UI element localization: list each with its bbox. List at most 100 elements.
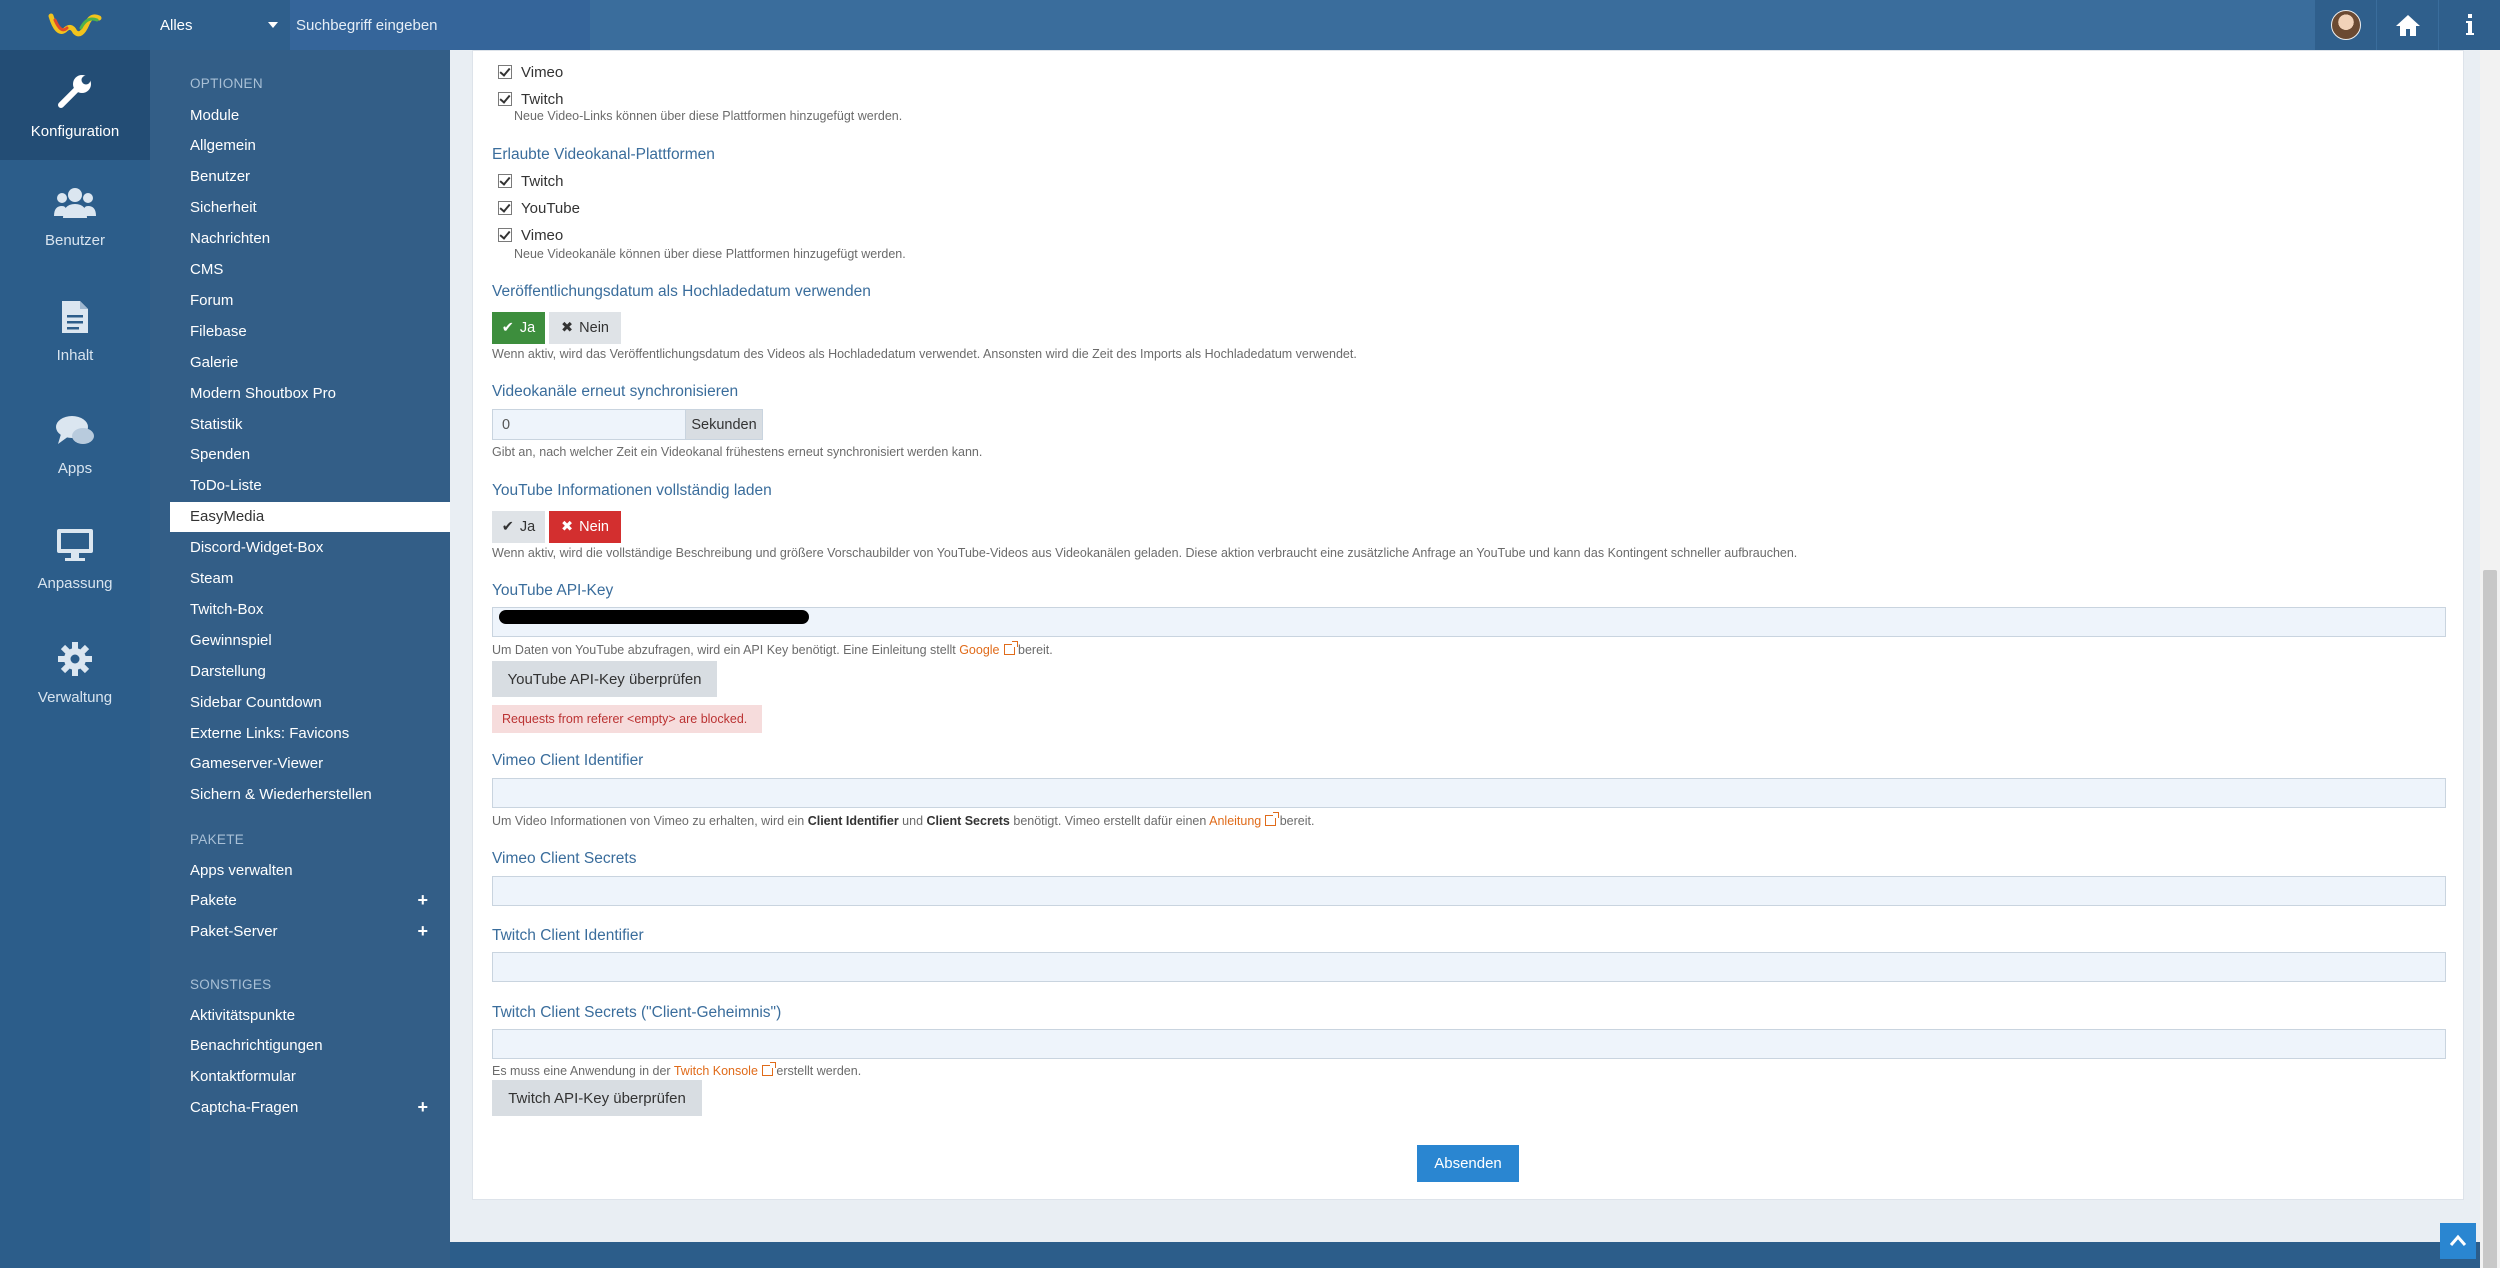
menu-item-paket-server[interactable]: Paket-Server + (170, 917, 450, 947)
menu-item-discord-widget-box[interactable]: Discord-Widget-Box (170, 533, 450, 563)
redacted-value (499, 610, 809, 624)
menu-item-kontaktformular[interactable]: Kontaktformular (170, 1062, 450, 1092)
menu-item-sidebar-countdown[interactable]: Sidebar Countdown (170, 687, 450, 717)
menu-item-benutzer[interactable]: Benutzer (170, 162, 450, 192)
menu-item-statistik[interactable]: Statistik (170, 409, 450, 439)
menu-item-apps-verwalten[interactable]: Apps verwalten (170, 855, 450, 885)
help-text-bold: Client Secrets (926, 814, 1010, 828)
help-text-part: benötigt. Vimeo erstellt dafür einen (1013, 814, 1207, 828)
menu-item-label: Sichern & Wiederherstellen (190, 786, 372, 804)
menu-item-sicherheit[interactable]: Sicherheit (170, 193, 450, 223)
menu-item-modern-shoutbox-pro[interactable]: Modern Shoutbox Pro (170, 378, 450, 408)
menu-item-captcha-fragen[interactable]: Captcha-Fragen + (170, 1093, 450, 1123)
rail-item-inhalt[interactable]: Inhalt (0, 276, 150, 386)
external-link-icon (1003, 641, 1018, 655)
rail-item-apps[interactable]: Apps (0, 390, 150, 500)
google-link[interactable]: Google (959, 643, 999, 657)
toggle-no-button[interactable]: ✖ Nein (549, 312, 621, 344)
rail-item-benutzer[interactable]: Benutzer (0, 162, 150, 272)
rail-label: Anpassung (37, 574, 113, 592)
menu-item-gameserver-viewer[interactable]: Gameserver-Viewer (170, 749, 450, 779)
home-button[interactable] (2376, 0, 2438, 50)
menu-item-darstellung[interactable]: Darstellung (170, 656, 450, 686)
rail-item-konfiguration[interactable]: Konfiguration (0, 50, 150, 160)
menu-item-nachrichten[interactable]: Nachrichten (170, 224, 450, 254)
check-icon: ✔ (501, 320, 514, 336)
rail-label: Inhalt (56, 346, 94, 364)
menu-item-spenden[interactable]: Spenden (170, 440, 450, 470)
checkbox-row[interactable]: Twitch (498, 88, 564, 110)
scrollbar[interactable] (2480, 50, 2500, 1268)
scroll-to-top-button[interactable] (2440, 1223, 2476, 1259)
menu-item-filebase[interactable]: Filebase (170, 316, 450, 346)
checkbox-row[interactable]: YouTube (498, 197, 580, 219)
menu-item-label: Discord-Widget-Box (190, 539, 324, 557)
vimeo-client-secrets-input[interactable] (492, 876, 2446, 906)
info-button[interactable] (2438, 0, 2500, 50)
menu-item-label: Sicherheit (190, 199, 257, 217)
search-scope-select[interactable]: Alles (150, 0, 290, 50)
help-text: Wenn aktiv, wird das Veröffentlichungsda… (492, 347, 1357, 361)
checkbox[interactable] (498, 201, 512, 215)
menu-item-allgemein[interactable]: Allgemein (170, 131, 450, 161)
vimeo-client-identifier-input[interactable] (492, 778, 2446, 808)
menu-item-label: Nachrichten (190, 230, 271, 248)
submit-button[interactable]: Absenden (1417, 1145, 1519, 1182)
menu-item-label: EasyMedia (190, 508, 265, 526)
checkbox[interactable] (498, 174, 512, 188)
youtube-api-key-input[interactable] (492, 607, 2446, 637)
section-title: Veröffentlichungsdatum als Hochladedatum… (492, 283, 871, 300)
document-icon (62, 300, 88, 333)
menu-item-todo-liste[interactable]: ToDo-Liste (170, 471, 450, 501)
main-navigation-rail: Konfiguration Benutzer Inhalt Apps Anpas… (0, 50, 150, 1268)
checkbox-row[interactable]: Vimeo (498, 224, 580, 246)
plus-icon[interactable]: + (417, 890, 428, 911)
menu-item-benachrichtigungen[interactable]: Benachrichtigungen (170, 1031, 450, 1061)
menu-item-sichern-wiederherstellen[interactable]: Sichern & Wiederherstellen (170, 780, 450, 810)
menu-item-gewinnspiel[interactable]: Gewinnspiel (170, 625, 450, 655)
toggle-yes-button[interactable]: ✔ Ja (492, 312, 545, 344)
menu-item-label: Spenden (190, 446, 251, 464)
toggle-no-button[interactable]: ✖ Nein (549, 511, 621, 543)
twitch-console-link[interactable]: Twitch Konsole (674, 1064, 758, 1078)
twitch-client-secrets-input[interactable] (492, 1029, 2446, 1059)
menu-item-forum[interactable]: Forum (170, 285, 450, 315)
menu-item-easymedia[interactable]: EasyMedia (170, 501, 450, 532)
logo[interactable] (0, 0, 150, 50)
menu-item-label: Pakete (190, 892, 237, 910)
menu-item-twitch-box[interactable]: Twitch-Box (170, 594, 450, 624)
menu-item-galerie[interactable]: Galerie (170, 347, 450, 377)
search-input[interactable] (290, 0, 590, 50)
plus-icon[interactable]: + (417, 1097, 428, 1118)
menu-item-label: CMS (190, 261, 224, 278)
anleitung-link[interactable]: Anleitung (1209, 814, 1261, 828)
youtube-check-button[interactable]: YouTube API-Key überprüfen (492, 661, 717, 697)
search-scope-label: Alles (160, 16, 193, 34)
checkbox-row[interactable]: Twitch (498, 170, 580, 192)
checkbox[interactable] (498, 65, 512, 79)
checkbox-row[interactable]: Vimeo (498, 61, 564, 83)
toggle-yes-button[interactable]: ✔ Ja (492, 511, 545, 543)
checkbox[interactable] (498, 92, 512, 106)
menu-item-pakete[interactable]: Pakete + (170, 886, 450, 916)
menu-item-cms[interactable]: CMS (170, 255, 450, 285)
menu-item-aktivitätspunkte[interactable]: Aktivitätspunkte (170, 1000, 450, 1030)
rail-item-verwaltung[interactable]: Verwaltung (0, 618, 150, 728)
rail-item-anpassung[interactable]: Anpassung (0, 504, 150, 614)
users-icon (54, 187, 96, 218)
plus-icon[interactable]: + (417, 921, 428, 942)
checkbox[interactable] (498, 228, 512, 242)
menu-item-externe-links-favicons[interactable]: Externe Links: Favicons (170, 718, 450, 748)
menu-item-module[interactable]: Module (170, 100, 450, 130)
twitch-client-identifier-input[interactable] (492, 952, 2446, 982)
menu-item-steam[interactable]: Steam (170, 564, 450, 594)
external-link-icon (761, 1062, 776, 1076)
rail-label: Verwaltung (37, 688, 113, 706)
section-title: Vimeo Client Identifier (492, 752, 644, 769)
menu-item-label: Sidebar Countdown (190, 693, 322, 711)
user-avatar-button[interactable] (2314, 0, 2376, 50)
scrollbar-thumb[interactable] (2483, 570, 2497, 1268)
twitch-check-button[interactable]: Twitch API-Key überprüfen (492, 1080, 702, 1116)
resync-seconds-input[interactable]: 0 (492, 409, 686, 440)
help-text: Wenn aktiv, wird die vollständige Beschr… (492, 546, 1798, 560)
